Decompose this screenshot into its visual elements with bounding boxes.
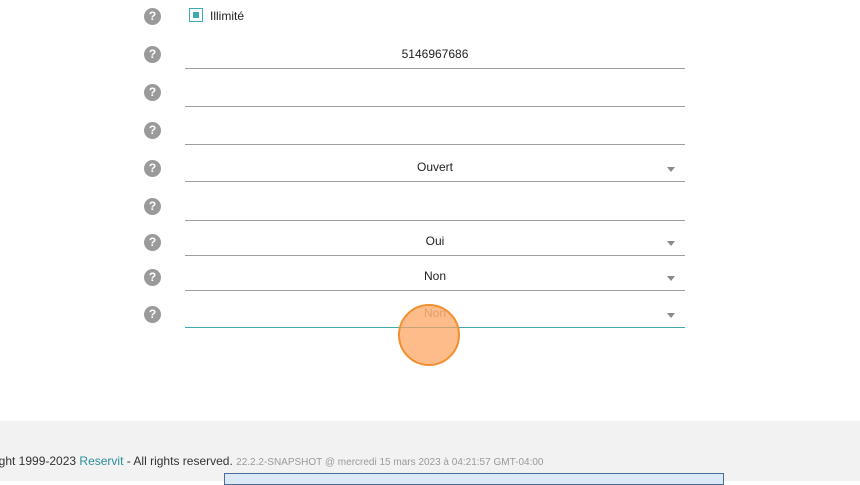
unlimited-label: Illimité [210,9,245,23]
help-icon[interactable]: ? [144,8,161,25]
chevron-down-icon [667,276,675,281]
yes-no-select[interactable]: Non [185,266,685,291]
phone-input[interactable]: 5146967686 [185,44,685,69]
rights-text: - All rights reserved. [123,454,237,468]
footer-panel [224,473,724,485]
help-icon[interactable]: ? [144,46,161,63]
text-input[interactable] [185,82,685,107]
footer: right 1999-2023 Reservit - All rights re… [0,421,860,485]
help-icon[interactable]: ? [144,306,161,323]
help-icon[interactable]: ? [144,122,161,139]
touch-indicator [398,304,460,366]
help-icon[interactable]: ? [144,84,161,101]
yes-no-select-value: Oui [425,234,445,248]
help-icon[interactable]: ? [144,198,161,215]
text-input[interactable] [185,196,685,221]
chevron-down-icon [667,241,675,246]
help-icon[interactable]: ? [144,269,161,286]
status-select-value: Ouvert [416,160,453,174]
footer-copyright: right 1999-2023 Reservit - All rights re… [0,454,543,468]
help-icon[interactable]: ? [144,234,161,251]
unlimited-checkbox[interactable] [189,8,203,22]
help-icon[interactable]: ? [144,160,161,177]
checkbox-checked-mark [193,12,199,18]
chevron-down-icon [667,313,675,318]
yes-no-select[interactable]: Oui [185,231,685,256]
text-input[interactable] [185,120,685,145]
phone-value: 5146967686 [401,47,469,61]
chevron-down-icon [667,167,675,172]
yes-no-select-value: Non [423,269,446,283]
status-select[interactable]: Ouvert [185,157,685,182]
reservit-link[interactable]: Reservit [79,454,123,468]
copyright-text: right 1999-2023 [0,454,80,468]
version-text: 22.2.2-SNAPSHOT @ mercredi 15 mars 2023 … [236,457,544,468]
